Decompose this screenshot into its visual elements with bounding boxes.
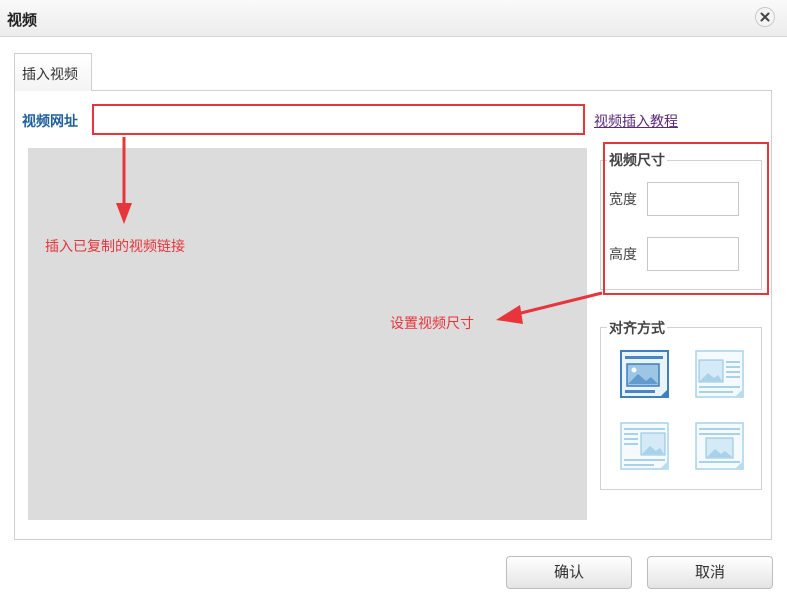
annotation-set-size: 设置视频尺寸 <box>390 316 474 332</box>
annotation-paste-link: 插入已复制的视频链接 <box>45 239 185 255</box>
tab-insert-video[interactable]: 插入视频 <box>14 53 92 91</box>
tab-label: 插入视频 <box>22 67 78 83</box>
cancel-button[interactable]: 取消 <box>647 556 773 589</box>
confirm-button[interactable]: 确认 <box>506 556 632 589</box>
annotation-arrows <box>116 137 603 324</box>
